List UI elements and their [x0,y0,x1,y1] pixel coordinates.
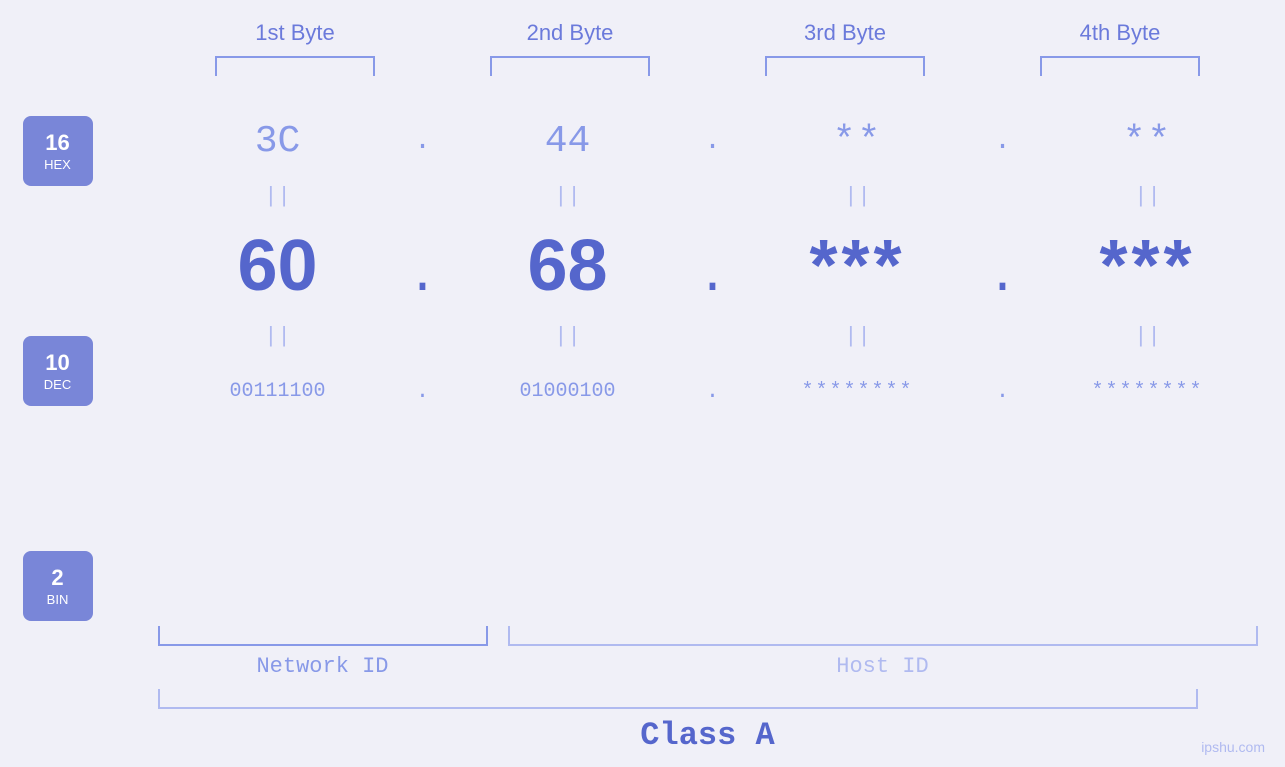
byte1-col: 3C || 60 || 00111100 [163,106,393,426]
id-labels-row: Network ID Host ID [158,654,1258,679]
bin-badge-num: 2 [51,565,63,591]
hex-badge-num: 16 [45,130,69,156]
hex-byte3: ** [833,106,883,176]
dec-byte4: *** [1099,216,1195,316]
byte2-header: 2nd Byte [433,20,708,46]
hex-badge: 16 HEX [23,116,93,186]
bin-badge: 2 BIN [23,551,93,621]
top-bracket-2 [490,56,650,76]
class-bracket-row [158,689,1258,709]
dec-sep2: . [697,216,727,316]
dec-badge-num: 10 [45,350,69,376]
equals-1: || [264,176,290,216]
class-label-row: Class A [158,717,1258,754]
main-container: 1st Byte 2nd Byte 3rd Byte 4th Byte 16 H… [0,0,1285,767]
bottom-brackets [158,626,1258,646]
top-bracket-1 [215,56,375,76]
host-id-label: Host ID [508,654,1258,679]
equals-4b: || [1134,316,1160,356]
network-id-bracket [158,626,488,646]
bin-byte2: 01000100 [519,356,615,426]
content-area: 16 HEX 10 DEC 2 BIN 3C || 60 || 00111100 [23,106,1263,621]
hex-byte1: 3C [255,106,301,176]
dec-byte2: 68 [527,216,607,316]
equals-1b: || [264,316,290,356]
byte3-header: 3rd Byte [708,20,983,46]
top-brackets [158,56,1258,76]
sep1-col: . . . [393,106,453,426]
bin-sep2: . [706,356,719,426]
bin-sep3: . [996,356,1009,426]
bin-byte1: 00111100 [229,356,325,426]
byte2-col: 44 || 68 || 01000100 [453,106,683,426]
hex-sep2: . [704,106,721,176]
dec-sep3: . [987,216,1017,316]
hex-byte2: 44 [545,106,591,176]
class-bracket [158,689,1198,709]
data-columns: 3C || 60 || 00111100 . . . 44 || 68 || 0… [163,106,1263,426]
network-id-label: Network ID [158,654,488,679]
byte4-header: 4th Byte [983,20,1258,46]
top-bracket-4 [1040,56,1200,76]
dec-sep1: . [407,216,437,316]
dec-badge: 10 DEC [23,336,93,406]
watermark: ipshu.com [1201,739,1265,755]
hex-badge-label: HEX [44,157,71,172]
bin-sep1: . [416,356,429,426]
equals-3: || [844,176,870,216]
bin-badge-label: BIN [47,592,69,607]
class-a-label: Class A [640,717,774,754]
equals-2b: || [554,316,580,356]
sep2-col: . . . [683,106,743,426]
equals-2: || [554,176,580,216]
hex-byte4: ** [1123,106,1173,176]
byte1-header: 1st Byte [158,20,433,46]
equals-3b: || [844,316,870,356]
byte3-col: ** || *** || ******** [743,106,973,426]
bin-byte4: ******** [1091,356,1203,426]
host-id-bracket [508,626,1258,646]
labels-column: 16 HEX 10 DEC 2 BIN [23,116,143,621]
dec-byte3: *** [809,216,905,316]
byte4-col: ** || *** || ******** [1033,106,1263,426]
bin-byte3: ******** [801,356,913,426]
hex-sep3: . [994,106,1011,176]
dec-byte1: 60 [237,216,317,316]
equals-4: || [1134,176,1160,216]
sep3-col: . . . [973,106,1033,426]
dec-badge-label: DEC [44,377,71,392]
top-bracket-3 [765,56,925,76]
byte-headers: 1st Byte 2nd Byte 3rd Byte 4th Byte [158,20,1258,46]
hex-sep1: . [414,106,431,176]
